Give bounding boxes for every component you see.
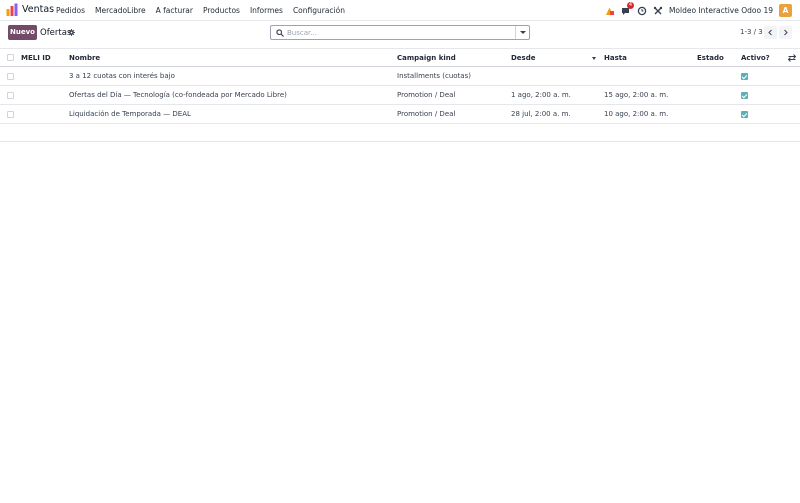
- row-checkbox[interactable]: [7, 92, 14, 99]
- app-name[interactable]: Ventas: [22, 4, 54, 15]
- pager-value[interactable]: 1-3 / 3: [740, 28, 763, 36]
- table-footer: [0, 124, 800, 142]
- column-header-activo[interactable]: Activo?: [741, 49, 770, 67]
- avatar[interactable]: A: [779, 4, 792, 17]
- cell-nombre: 3 a 12 cuotas con interés bajo: [69, 72, 175, 80]
- active-checkbox[interactable]: [741, 92, 748, 99]
- search-icon: [276, 29, 284, 37]
- search-input[interactable]: [287, 27, 515, 38]
- cell-hasta: 10 ago, 2:00 a. m.: [604, 110, 669, 118]
- chat-button[interactable]: 4: [621, 1, 634, 16]
- gear-icon[interactable]: [68, 29, 75, 36]
- chevron-right-icon[interactable]: [779, 26, 792, 39]
- activity-icon[interactable]: [605, 6, 615, 16]
- column-header-hasta[interactable]: Hasta: [604, 49, 627, 67]
- active-checkbox[interactable]: [741, 73, 748, 80]
- column-header-meli-id[interactable]: MELI ID: [21, 49, 51, 67]
- cell-desde: 1 ago, 2:00 a. m.: [511, 91, 571, 99]
- cell-campaign-kind: Promotion / Deal: [397, 91, 456, 99]
- company-switcher[interactable]: Moldeo Interactive Odoo 19: [669, 6, 773, 15]
- chat-count-badge: 4: [626, 1, 634, 9]
- cell-hasta: 15 ago, 2:00 a. m.: [604, 91, 669, 99]
- cell-nombre: Ofertas del Día — Tecnología (co-fondead…: [69, 91, 287, 99]
- offers-table: MELI ID Nombre Campaign kind Desde Hasta…: [0, 48, 800, 142]
- menu-item-pedidos[interactable]: Pedidos: [56, 6, 85, 15]
- top-navbar: Ventas Pedidos MercadoLibre A facturar P…: [0, 0, 800, 21]
- menu-item-mercadolibre[interactable]: MercadoLibre: [95, 6, 146, 15]
- chevron-left-icon[interactable]: [764, 26, 777, 39]
- search-options-toggle[interactable]: [515, 26, 529, 39]
- navbar-systray: 4 Moldeo Interactive Odoo 19 A: [605, 1, 792, 18]
- clock-icon[interactable]: [637, 6, 647, 16]
- cell-desde: 28 jul, 2:00 a. m.: [511, 110, 571, 118]
- cell-nombre: Liquidación de Temporada — DEAL: [69, 110, 191, 118]
- table-row[interactable]: Ofertas del Día — Tecnología (co-fondead…: [0, 86, 800, 105]
- column-options-icon[interactable]: [788, 54, 796, 62]
- sort-descending-icon: [592, 57, 596, 60]
- menu-item-configuracion[interactable]: Configuración: [293, 6, 345, 15]
- table-row[interactable]: Liquidación de Temporada — DEAL Promotio…: [0, 105, 800, 124]
- active-checkbox[interactable]: [741, 111, 748, 118]
- column-header-nombre[interactable]: Nombre: [69, 49, 100, 67]
- row-checkbox[interactable]: [7, 111, 14, 118]
- menu-item-informes[interactable]: Informes: [250, 6, 283, 15]
- main-menu: Pedidos MercadoLibre A facturar Producto…: [56, 6, 345, 15]
- sales-app-icon[interactable]: [6, 3, 18, 17]
- breadcrumb: Ofertas: [40, 28, 72, 38]
- cell-campaign-kind: Promotion / Deal: [397, 110, 456, 118]
- table-row[interactable]: 3 a 12 cuotas con interés bajo Installme…: [0, 67, 800, 86]
- cell-campaign-kind: Installments (cuotas): [397, 72, 471, 80]
- menu-item-a-facturar[interactable]: A facturar: [156, 6, 193, 15]
- column-header-estado[interactable]: Estado: [697, 49, 724, 67]
- row-checkbox[interactable]: [7, 73, 14, 80]
- menu-item-productos[interactable]: Productos: [203, 6, 240, 15]
- column-header-campaign-kind[interactable]: Campaign kind: [397, 49, 456, 67]
- select-all-checkbox[interactable]: [7, 54, 14, 61]
- search-bar: [270, 25, 530, 40]
- column-header-desde[interactable]: Desde: [511, 49, 535, 67]
- table-header: MELI ID Nombre Campaign kind Desde Hasta…: [0, 48, 800, 67]
- new-button[interactable]: Nuevo: [8, 25, 37, 40]
- tools-icon[interactable]: [653, 6, 663, 16]
